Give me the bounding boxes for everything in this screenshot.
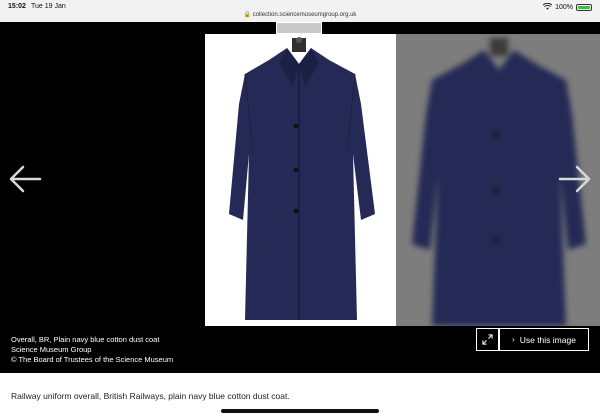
caption-group: Science Museum Group bbox=[11, 345, 92, 354]
coat-illustration bbox=[229, 37, 375, 320]
use-this-image-button[interactable]: › Use this image bbox=[499, 328, 589, 351]
arrow-right-icon[interactable] bbox=[558, 164, 592, 194]
home-indicator[interactable] bbox=[221, 409, 379, 413]
image-viewer bbox=[0, 34, 600, 326]
expand-icon bbox=[482, 334, 493, 345]
status-bar: 15:02 Tue 19 Jan 100% 🔒 collection.scien… bbox=[0, 0, 600, 22]
status-time: 15:02 bbox=[8, 3, 26, 10]
caption-title: Overall, BR, Plain navy blue cotton dust… bbox=[11, 335, 160, 344]
main-image[interactable] bbox=[205, 34, 396, 326]
thumbnail-strip bbox=[0, 22, 600, 34]
arrow-left-icon[interactable] bbox=[8, 164, 42, 194]
object-description: Railway uniform overall, British Railway… bbox=[11, 391, 290, 401]
image-caption: Overall, BR, Plain navy blue cotton dust… bbox=[11, 335, 173, 365]
address-bar[interactable]: 🔒 collection.sciencemuseumgroup.org.uk bbox=[0, 11, 600, 18]
status-date: Tue 19 Jan bbox=[31, 3, 66, 10]
page: 15:02 Tue 19 Jan 100% 🔒 collection.scien… bbox=[0, 0, 600, 417]
url-text: collection.sciencemuseumgroup.org.uk bbox=[252, 12, 357, 18]
caption-copyright: © The Board of Trustees of the Science M… bbox=[11, 355, 174, 364]
use-this-image-label: Use this image bbox=[519, 334, 576, 345]
battery-icon bbox=[576, 4, 592, 11]
chevron-right-icon: › bbox=[512, 335, 515, 344]
lock-icon: 🔒 bbox=[243, 12, 252, 18]
battery-percent: 100% bbox=[555, 4, 573, 11]
thumbnail-active[interactable] bbox=[276, 22, 322, 34]
expand-button[interactable] bbox=[476, 328, 499, 351]
